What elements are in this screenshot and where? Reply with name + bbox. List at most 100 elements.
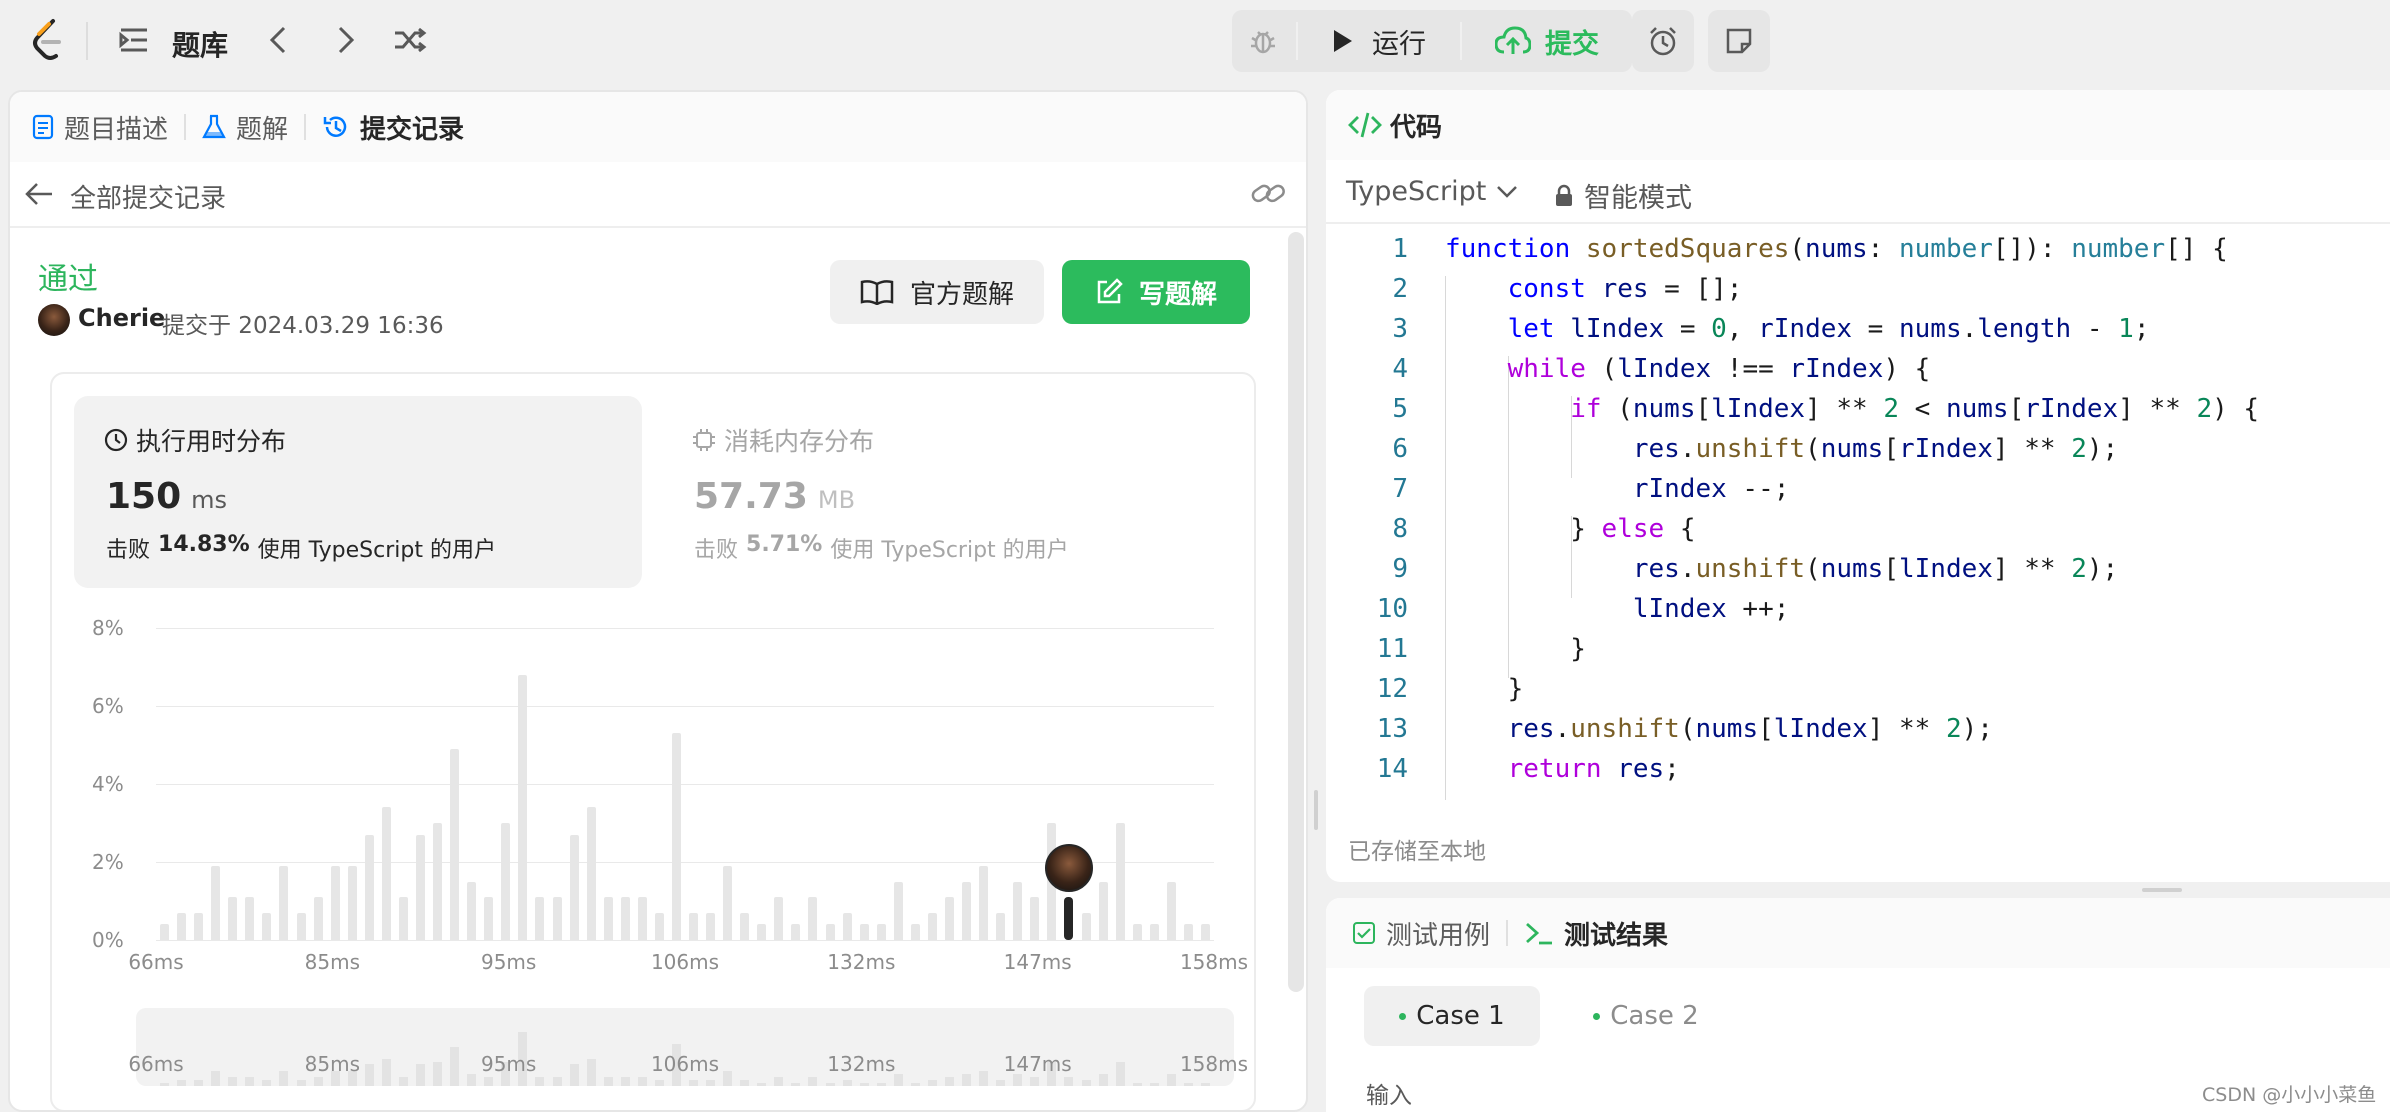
tab-submissions-label: 提交记录 xyxy=(360,114,465,145)
chart-bar xyxy=(757,924,767,940)
mini-bar xyxy=(313,1077,323,1086)
arrow-left-icon[interactable] xyxy=(24,180,54,208)
mini-bar xyxy=(1064,1077,1074,1086)
chevron-left-icon[interactable] xyxy=(262,24,294,56)
code-line-3: let lIndex = 0, rIndex = nums.length - 1… xyxy=(1507,314,2150,344)
mini-bar xyxy=(808,1077,818,1086)
case-tab-2[interactable]: Case 2 xyxy=(1558,986,1734,1046)
case-1-label: Case 1 xyxy=(1416,1001,1505,1031)
chart-bar xyxy=(723,865,733,940)
chart-bar xyxy=(1149,924,1159,940)
submit-label: 提交 xyxy=(1545,28,1599,60)
chart-bar xyxy=(671,733,681,940)
mini-x-tick-label: 66ms xyxy=(128,1052,184,1076)
list-icon[interactable] xyxy=(118,24,150,56)
link-icon[interactable] xyxy=(1250,178,1286,208)
divider xyxy=(1506,920,1509,946)
chart-bar xyxy=(569,834,579,940)
divider xyxy=(304,114,307,140)
mini-bar xyxy=(450,1046,460,1086)
mini-bar xyxy=(381,1058,391,1086)
username[interactable]: Cherie xyxy=(78,304,165,332)
alarm-icon[interactable] xyxy=(1632,10,1694,72)
chart-bar xyxy=(1132,924,1142,940)
leetcode-logo[interactable] xyxy=(28,18,68,62)
chart-bar xyxy=(279,865,289,940)
chart-bar xyxy=(603,897,613,940)
case-tab-1[interactable]: Case 1 xyxy=(1364,986,1540,1046)
chart-bar xyxy=(398,897,408,940)
debug-icon[interactable] xyxy=(1232,10,1294,72)
line-number: 5 xyxy=(1392,394,1408,424)
chart-bar xyxy=(416,834,425,940)
chart-bar xyxy=(381,807,391,940)
note-icon[interactable] xyxy=(1708,10,1770,72)
chart-bar xyxy=(1183,924,1193,940)
code-line-11: } xyxy=(1445,634,1586,664)
scrollbar[interactable] xyxy=(1288,232,1304,992)
language-select[interactable]: TypeScript xyxy=(1346,176,1518,207)
chart-bar xyxy=(979,865,989,940)
smart-mode-label: 智能模式 xyxy=(1584,183,1692,214)
chart-bar xyxy=(876,924,886,940)
line-number: 10 xyxy=(1376,594,1408,624)
chevron-down-icon xyxy=(1496,185,1518,199)
chart-bar xyxy=(893,881,903,940)
mini-bar xyxy=(245,1077,255,1086)
chart-bar xyxy=(1098,881,1108,940)
mini-x-tick-label: 85ms xyxy=(304,1052,361,1076)
official-solution-button[interactable]: 官方题解 xyxy=(830,260,1044,324)
chart-bar xyxy=(1013,881,1023,940)
code-editor[interactable]: 1 2 3 4 5 6 7 8 9 10 11 12 13 14 functio… xyxy=(1326,234,2390,804)
code-line-6: res.unshift(nums[rIndex] ** 2); xyxy=(1632,434,2119,464)
chart-bar xyxy=(1030,897,1040,940)
mini-bar xyxy=(945,1077,954,1086)
y-tick-label: 2% xyxy=(92,850,124,874)
chart-bar xyxy=(1115,823,1125,940)
language-label: TypeScript xyxy=(1346,176,1487,207)
distribution-card: 执行用时分布 150 ms 击败 14.83% 使用 TypeScript 的用… xyxy=(50,372,1258,1110)
chevron-right-icon[interactable] xyxy=(330,24,362,56)
tab-submissions[interactable]: 提交记录 xyxy=(322,109,464,146)
mini-bar xyxy=(842,1080,852,1086)
x-tick-label: 66ms xyxy=(128,950,184,974)
mini-bar xyxy=(706,1080,716,1086)
all-submissions-link[interactable]: 全部提交记录 xyxy=(70,178,226,215)
problem-bank-label[interactable]: 题库 xyxy=(172,24,228,64)
tab-test-result[interactable]: 测试结果 xyxy=(1524,915,1668,952)
chart-bar xyxy=(535,897,545,940)
chart-bar xyxy=(1081,912,1091,940)
mini-bar xyxy=(825,1082,835,1086)
tab-testcase[interactable]: 测试用例 xyxy=(1352,915,1490,952)
chart-bar xyxy=(347,865,357,940)
submit-button[interactable]: 提交 xyxy=(1462,10,1632,72)
write-solution-label: 写题解 xyxy=(1138,279,1217,310)
vertical-resize-handle[interactable] xyxy=(1314,790,1318,830)
horizontal-resize-handle[interactable] xyxy=(2142,888,2182,892)
smart-mode[interactable]: 智能模式 xyxy=(1554,176,1692,215)
x-tick-label: 158ms xyxy=(1179,950,1249,974)
mini-bar xyxy=(433,1062,443,1086)
runtime-distribution-chart: 8% 6% 4% 2% 0% 66ms 85ms 95ms 106ms 132ms 147ms 158… xyxy=(52,374,1258,1110)
history-icon xyxy=(322,113,350,141)
chart-bar xyxy=(245,897,255,940)
mini-bar xyxy=(194,1080,204,1086)
chart-bar xyxy=(962,881,972,940)
chart-bar xyxy=(364,834,374,940)
line-number: 8 xyxy=(1392,514,1408,544)
tab-description[interactable]: 题目描述 xyxy=(32,109,168,146)
shuffle-icon[interactable] xyxy=(392,24,428,56)
avatar[interactable] xyxy=(38,304,70,336)
mini-x-tick-label: 158ms xyxy=(1179,1052,1249,1076)
code-line-14: return res; xyxy=(1507,754,1680,784)
run-button[interactable]: 运行 xyxy=(1300,10,1458,72)
write-solution-button[interactable]: 写题解 xyxy=(1062,260,1250,324)
flask-icon xyxy=(202,114,226,140)
tab-solutions[interactable]: 题解 xyxy=(202,109,288,146)
mini-bar xyxy=(586,1058,596,1086)
chart-bar xyxy=(808,897,818,940)
mini-bar xyxy=(927,1080,937,1086)
line-number: 12 xyxy=(1376,674,1408,704)
chart-bar xyxy=(654,912,664,940)
x-tick-label: 132ms xyxy=(827,950,896,974)
